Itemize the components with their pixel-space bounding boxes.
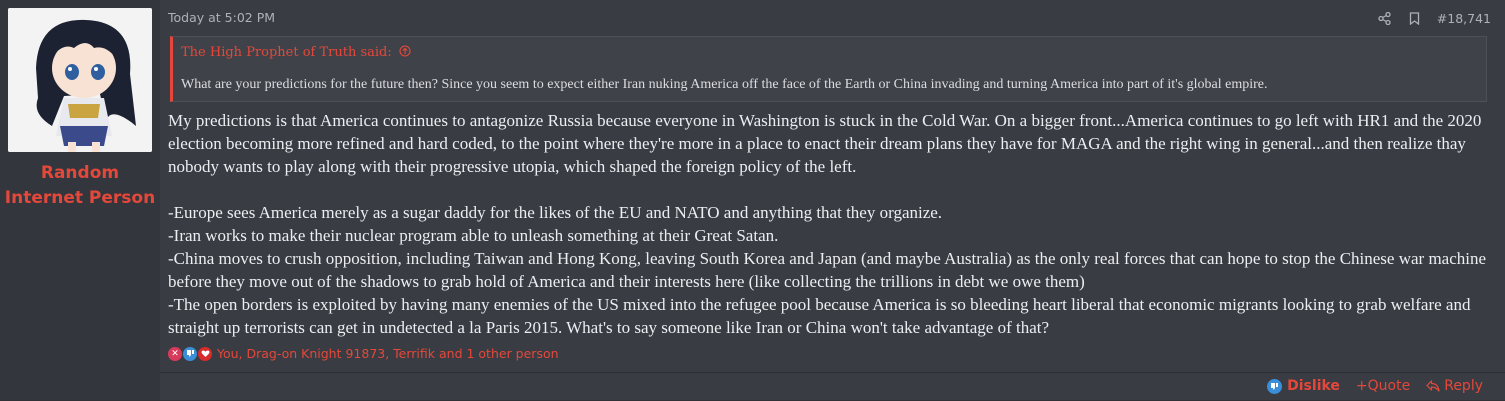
body-list-item: -Europe sees America merely as a sugar d… [168,203,943,222]
quote-attribution[interactable]: The High Prophet of Truth said: [181,45,411,60]
quote-label: +Quote [1355,378,1411,394]
jump-to-quote-icon[interactable] [399,45,411,57]
reaction-names[interactable]: You, Drag-on Knight 91873, Terrifik and … [217,346,559,361]
avatar[interactable] [8,8,152,152]
quote-block: The High Prophet of Truth said: What are… [170,36,1487,102]
username[interactable]: Random Internet Person [0,161,160,211]
user-column: Random Internet Person [0,0,160,400]
quote-button[interactable]: +Quote [1356,378,1410,394]
reply-button[interactable]: Reply [1426,378,1483,394]
x-reaction-icon: ✕ [168,346,182,361]
post-body: My predictions is that America continues… [168,109,1488,339]
dislike-button[interactable]: Dislike [1267,378,1340,394]
heart-reaction-icon [198,346,212,361]
avatar-image [8,8,152,152]
header-actions: #18,741 [1377,10,1491,26]
dislike-label: Dislike [1287,378,1340,394]
post-main: Today at 5:02 PM #18,741 The High Prophe… [160,0,1505,400]
username-line-2: Internet Person [4,188,156,208]
post-number[interactable]: #18,741 [1437,11,1491,26]
forum-post: Random Internet Person Today at 5:02 PM … [0,0,1505,400]
reply-icon [1426,380,1440,392]
body-list-item: -Iran works to make their nuclear progra… [168,226,779,245]
share-icon[interactable] [1377,10,1393,26]
username-line-1: Random [40,163,120,183]
reply-label: Reply [1444,378,1483,394]
post-header: Today at 5:02 PM #18,741 [168,10,1491,28]
footer-actions: Dislike +Quote Reply [1267,378,1483,394]
dislike-reaction-icon [183,346,197,361]
reaction-icons: ✕ [168,346,213,361]
body-list-item: -The open borders is exploited by having… [168,295,1471,337]
body-paragraph: My predictions is that America continues… [168,111,1482,176]
post-footer: Dislike +Quote Reply [160,372,1505,401]
bookmark-icon[interactable] [1407,10,1423,26]
dislike-icon [1267,378,1283,394]
body-list-item: -China moves to crush opposition, includ… [168,249,1487,291]
post-timestamp[interactable]: Today at 5:02 PM [168,10,275,25]
quote-author: The High Prophet of Truth said: [181,45,392,60]
quote-text: What are your predictions for the future… [181,77,1268,92]
reactions-bar[interactable]: ✕ You, Drag-on Knight 91873, Terrifik an… [168,346,559,361]
